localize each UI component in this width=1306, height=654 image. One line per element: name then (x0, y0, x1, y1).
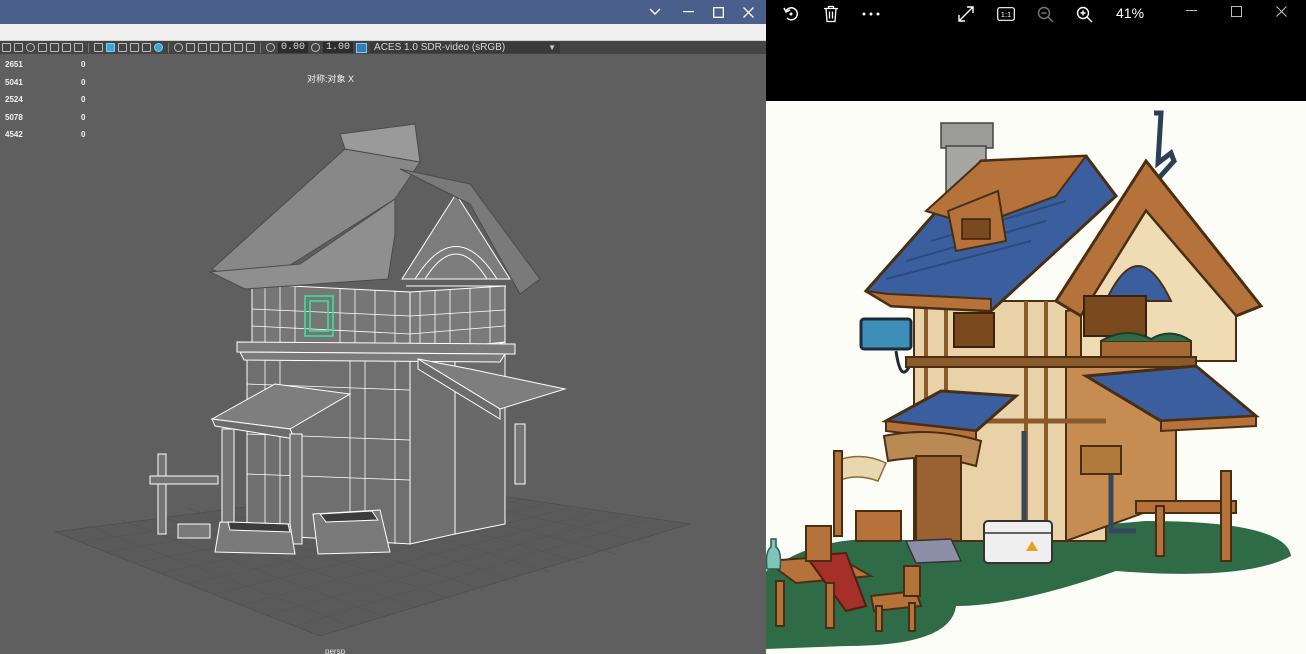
hud-row: 5078 0 (5, 109, 95, 127)
stone-steps (904, 538, 963, 564)
hud-selected: 0 (81, 95, 86, 104)
camera-label: persp (325, 647, 346, 654)
xray-icon[interactable] (222, 43, 231, 52)
toolbar-divider (168, 42, 169, 53)
front-door (915, 455, 962, 542)
viewer-maximize-button[interactable] (1221, 0, 1251, 22)
maximize-icon (1230, 5, 1242, 17)
resolution-gate-icon[interactable] (38, 43, 47, 52)
safe-title-icon[interactable] (74, 43, 83, 52)
isolate-select-icon[interactable] (210, 43, 219, 52)
glass-bottle (766, 538, 782, 570)
hud-value: 2524 (5, 95, 23, 104)
smooth-shade-icon[interactable] (106, 43, 115, 52)
film-gate-icon[interactable] (14, 43, 23, 52)
ambient-occlusion-icon[interactable] (174, 43, 183, 52)
minimize-button[interactable] (673, 0, 703, 24)
delete-button[interactable] (820, 3, 842, 25)
hud-row: 2524 0 (5, 91, 95, 109)
trash-icon (824, 5, 838, 23)
viewer-minimize-button[interactable] (1176, 0, 1206, 22)
zoom-out-icon (1037, 6, 1053, 22)
balcony-beam (905, 356, 1197, 368)
textured-icon[interactable] (130, 43, 139, 52)
zoom-in-icon (1076, 6, 1092, 22)
viewer-close-button[interactable] (1266, 0, 1296, 22)
3d-viewport[interactable]: 2651 0 5041 0 2524 0 5078 0 4542 0 对称:对象… (0, 54, 766, 654)
zoom-level: 41% (1116, 5, 1145, 21)
hud-value: 5041 (5, 77, 23, 87)
gamma-field[interactable]: 1.00 (323, 42, 354, 53)
heads-up-display: 2651 0 5041 0 2524 0 5078 0 4542 0 (5, 56, 95, 144)
hud-selected: 0 (81, 77, 86, 87)
viewport-toolbar: 0.00 1.00 ACES 1.0 SDR-video (sRGB) ▼ (0, 41, 766, 54)
minimize-icon (1185, 10, 1197, 11)
anti-alias-icon[interactable] (198, 43, 207, 52)
dropdown-arrow-icon: ▼ (548, 43, 557, 52)
hud-row: 2651 0 (5, 56, 95, 74)
expand-icon (958, 6, 974, 22)
hud-selected: 0 (81, 112, 86, 122)
chevron-down-icon (649, 8, 661, 15)
hud-value: 2651 (5, 60, 23, 69)
left-awning (833, 450, 902, 542)
menu-strip (0, 24, 766, 41)
hud-value: 5078 (5, 112, 23, 122)
house-illustration (766, 110, 1291, 649)
color-space-dropdown[interactable]: ACES 1.0 SDR-video (sRGB) ▼ (370, 42, 561, 53)
close-button[interactable] (733, 0, 763, 24)
viewer-toolbar: 1:1 41% (766, 0, 1306, 30)
close-icon (1275, 5, 1287, 17)
fuse-box (1080, 445, 1122, 475)
fullscreen-button[interactable] (955, 3, 977, 25)
safe-action-icon[interactable] (62, 43, 71, 52)
color-space-value: ACES 1.0 SDR-video (sRGB) (374, 42, 506, 53)
white-chest (983, 520, 1053, 564)
hud-value: 4542 (5, 130, 23, 139)
exposure-icon[interactable] (266, 43, 275, 52)
rotate-button[interactable] (780, 3, 802, 25)
collapse-button[interactable] (640, 0, 670, 24)
grid-icon[interactable] (2, 43, 11, 52)
zoom-out-button[interactable] (1034, 3, 1056, 25)
maximize-button[interactable] (703, 0, 733, 24)
xray-joints-icon[interactable] (234, 43, 243, 52)
photo-viewer-window: 1:1 41% (766, 0, 1306, 654)
maximize-icon (712, 6, 724, 18)
hud-row: 4542 0 (5, 126, 95, 144)
modeling-app-window: 0.00 1.00 ACES 1.0 SDR-video (sRGB) ▼ 26… (0, 0, 766, 654)
exposure-field[interactable]: 0.00 (278, 42, 309, 53)
zoom-in-button[interactable] (1073, 3, 1095, 25)
more-icon (862, 12, 880, 16)
house-model-wireframe (54, 123, 691, 637)
shadows-icon[interactable] (154, 43, 163, 52)
hud-selected: 0 (81, 60, 86, 69)
wireframe-icon[interactable] (94, 43, 103, 52)
camera-icon[interactable] (26, 43, 35, 52)
rotate-icon (783, 7, 799, 21)
title-bar (0, 0, 766, 24)
actual-size-button[interactable]: 1:1 (994, 3, 1018, 25)
balcony-ledge (236, 341, 516, 363)
hud-row: 5041 0 (5, 74, 95, 92)
hud-selected: 0 (81, 130, 86, 139)
close-icon (742, 6, 754, 18)
use-lights-icon[interactable] (142, 43, 151, 52)
actual-size-label: 1:1 (1001, 10, 1011, 19)
actual-size-icon: 1:1 (997, 7, 1015, 21)
motion-blur-icon[interactable] (186, 43, 195, 52)
color-management-icon[interactable] (356, 42, 368, 53)
toolbar-divider (260, 42, 261, 53)
xray-components-icon[interactable] (246, 43, 255, 52)
wireframe-on-shaded-icon[interactable] (118, 43, 127, 52)
concept-art-image (766, 101, 1306, 654)
upper-window (953, 312, 995, 348)
side-sign (859, 317, 913, 374)
gamma-icon[interactable] (311, 43, 321, 52)
more-button[interactable] (860, 3, 882, 25)
symmetry-label: 对称:对象 X (307, 74, 355, 84)
field-chart-icon[interactable] (50, 43, 59, 52)
minimize-icon (682, 11, 694, 13)
toolbar-divider (88, 42, 89, 53)
